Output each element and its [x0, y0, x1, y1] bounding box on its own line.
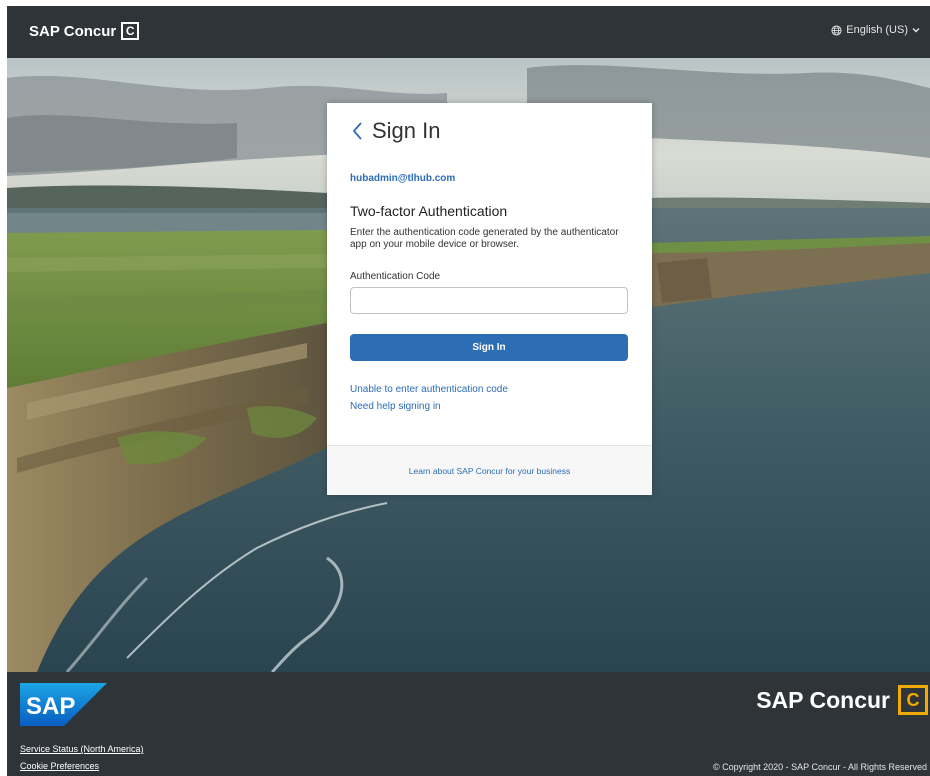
auth-code-label: Authentication Code — [350, 271, 441, 282]
card-footer: Learn about SAP Concur for your business — [327, 446, 652, 495]
learn-about-concur-link[interactable]: Learn about SAP Concur for your business — [409, 466, 570, 476]
app-frame: SAP Concur C English (US) Sign In hubadm… — [7, 6, 930, 776]
language-selector[interactable]: English (US) — [831, 24, 920, 36]
sap-logo-text: SAP — [26, 693, 75, 720]
chevron-left-icon[interactable] — [350, 120, 364, 142]
sign-in-button[interactable]: Sign In — [350, 334, 628, 361]
footer-brand-logo: SAP Concur C — [756, 685, 928, 715]
account-email: hubadmin@tlhub.com — [350, 173, 456, 184]
chevron-down-icon — [912, 28, 920, 33]
concur-c-icon: C — [121, 22, 140, 40]
auth-code-input[interactable] — [350, 287, 628, 314]
cookie-preferences-link[interactable]: Cookie Preferences — [20, 761, 99, 771]
need-help-link[interactable]: Need help signing in — [350, 401, 441, 412]
instructions-text: Enter the authentication code generated … — [350, 227, 619, 250]
top-header: SAP Concur C English (US) — [7, 6, 930, 58]
sap-logo[interactable]: SAP — [20, 683, 107, 726]
unable-to-enter-code-link[interactable]: Unable to enter authentication code — [350, 384, 508, 395]
page-footer: SAP SAP Concur C Service Status (North A… — [7, 672, 930, 776]
language-label: English (US) — [846, 24, 908, 36]
concur-c-icon: C — [898, 685, 928, 715]
section-heading: Two-factor Authentication — [350, 203, 508, 219]
page-title: Sign In — [372, 118, 441, 143]
copyright-text: © Copyright 2020 - SAP Concur - All Righ… — [712, 762, 927, 772]
brand-name: SAP Concur — [29, 22, 117, 40]
sign-in-card: Sign In hubadmin@tlhub.com Two-factor Au… — [327, 103, 652, 495]
service-status-link[interactable]: Service Status (North America) — [20, 744, 144, 754]
card-title-row: Sign In — [350, 118, 441, 144]
footer-brand-name: SAP Concur — [756, 686, 890, 713]
brand-logo[interactable]: SAP Concur C — [29, 22, 140, 40]
globe-icon — [831, 24, 842, 36]
